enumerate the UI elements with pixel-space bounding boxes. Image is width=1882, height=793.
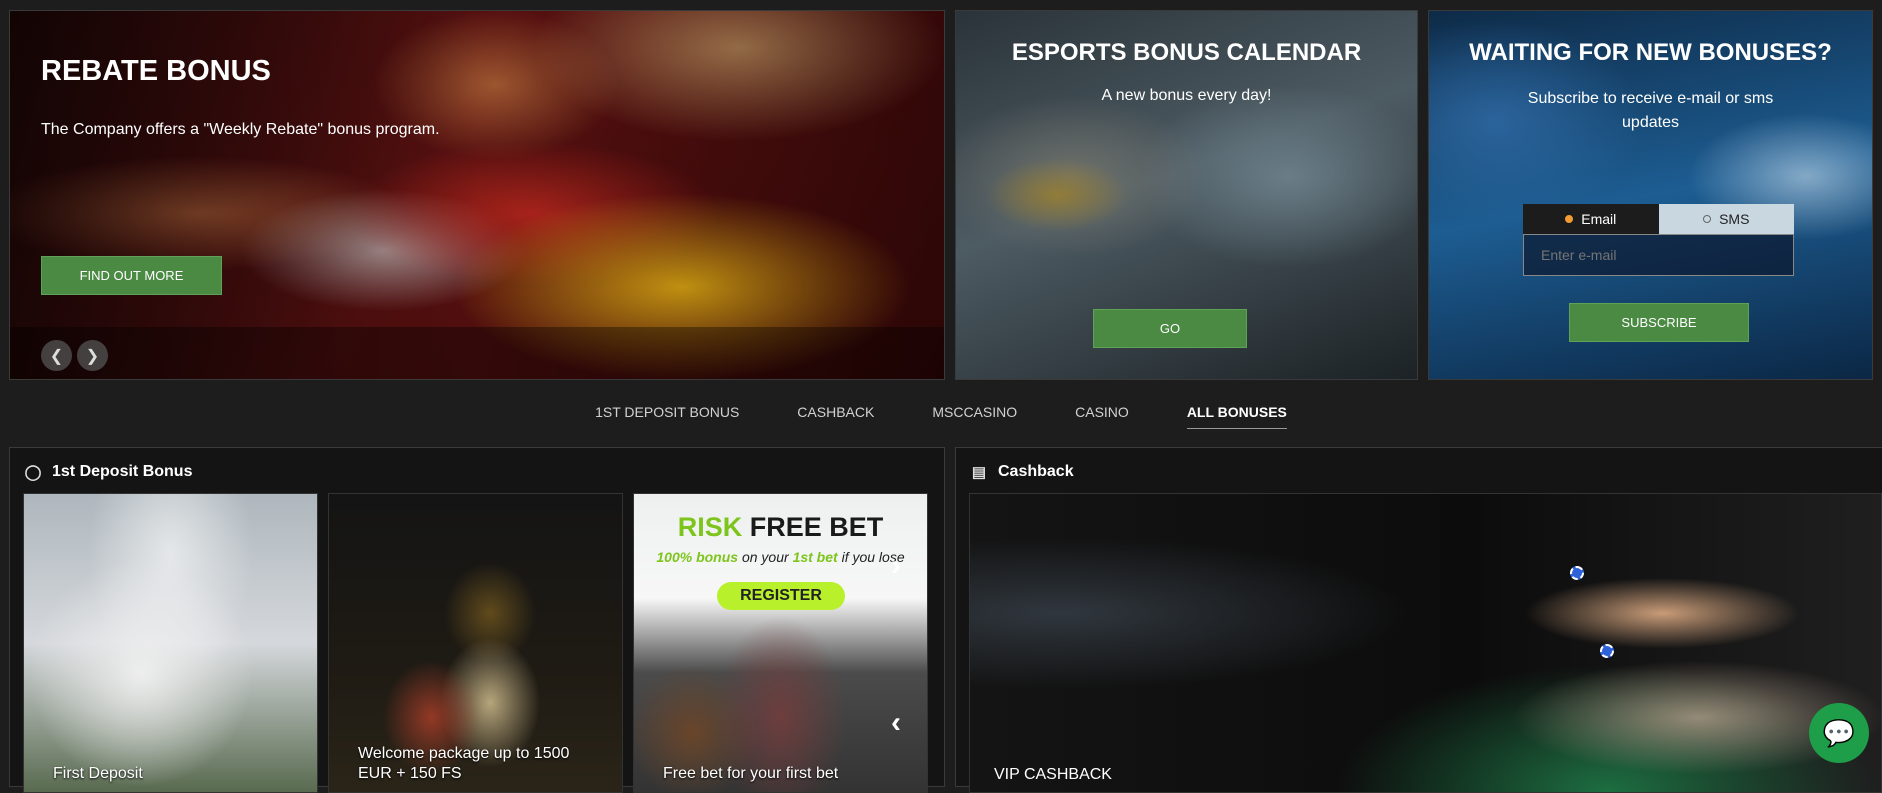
chevron-left-icon[interactable]: ❮	[41, 340, 72, 371]
tab-cashback[interactable]: CASHBACK	[797, 404, 874, 429]
email-option-label: Email	[1581, 211, 1617, 227]
banner-subtitle: 100% bonus on your 1st bet if you lose	[634, 549, 927, 565]
cashback-section: ▤ Cashback VIP CASHBACK	[955, 447, 1882, 793]
wallet-icon: ▤	[971, 464, 987, 481]
free-bet-word: FREE BET	[749, 512, 884, 542]
channel-toggle: Email SMS	[1523, 204, 1794, 234]
banner-bonus: 100% bonus	[656, 549, 739, 565]
go-button[interactable]: GO	[1093, 309, 1247, 348]
find-out-more-button[interactable]: FIND OUT MORE	[41, 256, 222, 295]
risk-free-banner: RISK FREE BET	[634, 512, 927, 543]
section-header: ◯ 1st Deposit Bonus	[23, 462, 193, 482]
hero-bottom-stripe	[10, 327, 944, 379]
section-header: ▤ Cashback	[969, 462, 1074, 482]
chevron-right-icon[interactable]: ›	[891, 549, 901, 583]
radio-selected-icon	[1565, 215, 1574, 223]
hero-text: The Company offers a "Weekly Rebate" bon…	[41, 121, 440, 138]
sms-option-label: SMS	[1719, 211, 1750, 227]
chevron-left-icon[interactable]: ‹	[891, 706, 901, 740]
tab-msccasino[interactable]: MSCCASINO	[932, 404, 1017, 429]
bonus-tile[interactable]: Welcome package up to 1500 EUR + 150 FS	[328, 493, 623, 793]
bonus-tabs: 1ST DEPOSIT BONUS CASHBACK MSCCASINO CAS…	[0, 404, 1882, 429]
register-badge: REGISTER	[717, 582, 845, 610]
deposit-bonus-section: ◯ 1st Deposit Bonus First Deposit Welcom…	[9, 447, 945, 793]
tile-label: First Deposit	[53, 765, 143, 782]
chat-bubble-icon[interactable]: 💬	[1809, 703, 1869, 763]
esports-title: ESPORTS BONUS CALENDAR	[1011, 39, 1362, 66]
rebate-bonus-banner: REBATE BONUS The Company offers a "Weekl…	[9, 10, 945, 380]
bonus-tile[interactable]: First Deposit	[23, 493, 318, 793]
tile-label: Welcome package up to 1500 EUR + 150 FS	[358, 745, 570, 782]
email-input[interactable]	[1523, 234, 1794, 276]
bonus-sections: ◯ 1st Deposit Bonus First Deposit Welcom…	[9, 447, 1882, 793]
esports-text: A new bonus every day!	[1101, 87, 1272, 104]
subscribe-text: Subscribe to receive e-mail or sms updat…	[1527, 90, 1774, 131]
email-option[interactable]: Email	[1523, 204, 1659, 234]
bonus-tile[interactable]: RISK FREE BET 100% bonus on your 1st bet…	[633, 493, 928, 793]
tab-casino[interactable]: CASINO	[1075, 404, 1129, 429]
casino-chip	[1600, 644, 1614, 658]
esports-calendar-banner: ESPORTS BONUS CALENDAR A new bonus every…	[955, 10, 1418, 380]
hero-title: REBATE BONUS	[41, 55, 271, 87]
risk-word: RISK	[677, 512, 743, 542]
section-title: 1st Deposit Bonus	[52, 463, 193, 480]
tab-all-bonuses[interactable]: ALL BONUSES	[1186, 404, 1287, 429]
tile-label: Free bet for your first bet	[663, 765, 839, 782]
section-title: Cashback	[998, 463, 1074, 480]
chevron-right-icon[interactable]: ❯	[77, 340, 108, 371]
subscribe-title: WAITING FOR NEW BONUSES?	[1469, 39, 1832, 66]
tile-label: VIP CASHBACK	[994, 766, 1112, 783]
promo-banners: REBATE BONUS The Company offers a "Weekl…	[9, 10, 1873, 380]
deposit-tiles: First Deposit Welcome package up to 1500…	[23, 493, 928, 793]
tab-1st-deposit-bonus[interactable]: 1ST DEPOSIT BONUS	[595, 404, 739, 429]
banner-text-1: on your	[741, 549, 789, 565]
subscribe-button[interactable]: SUBSCRIBE	[1569, 303, 1749, 342]
banner-first: 1st bet	[792, 549, 838, 565]
vip-cashback-tile[interactable]: VIP CASHBACK	[969, 493, 1882, 793]
radio-unselected-icon	[1703, 215, 1712, 223]
casino-chip	[1570, 566, 1584, 580]
deposit-coin-icon: ◯	[24, 464, 42, 481]
sms-option[interactable]: SMS	[1658, 204, 1794, 234]
subscribe-banner: WAITING FOR NEW BONUSES? Subscribe to re…	[1428, 10, 1873, 380]
